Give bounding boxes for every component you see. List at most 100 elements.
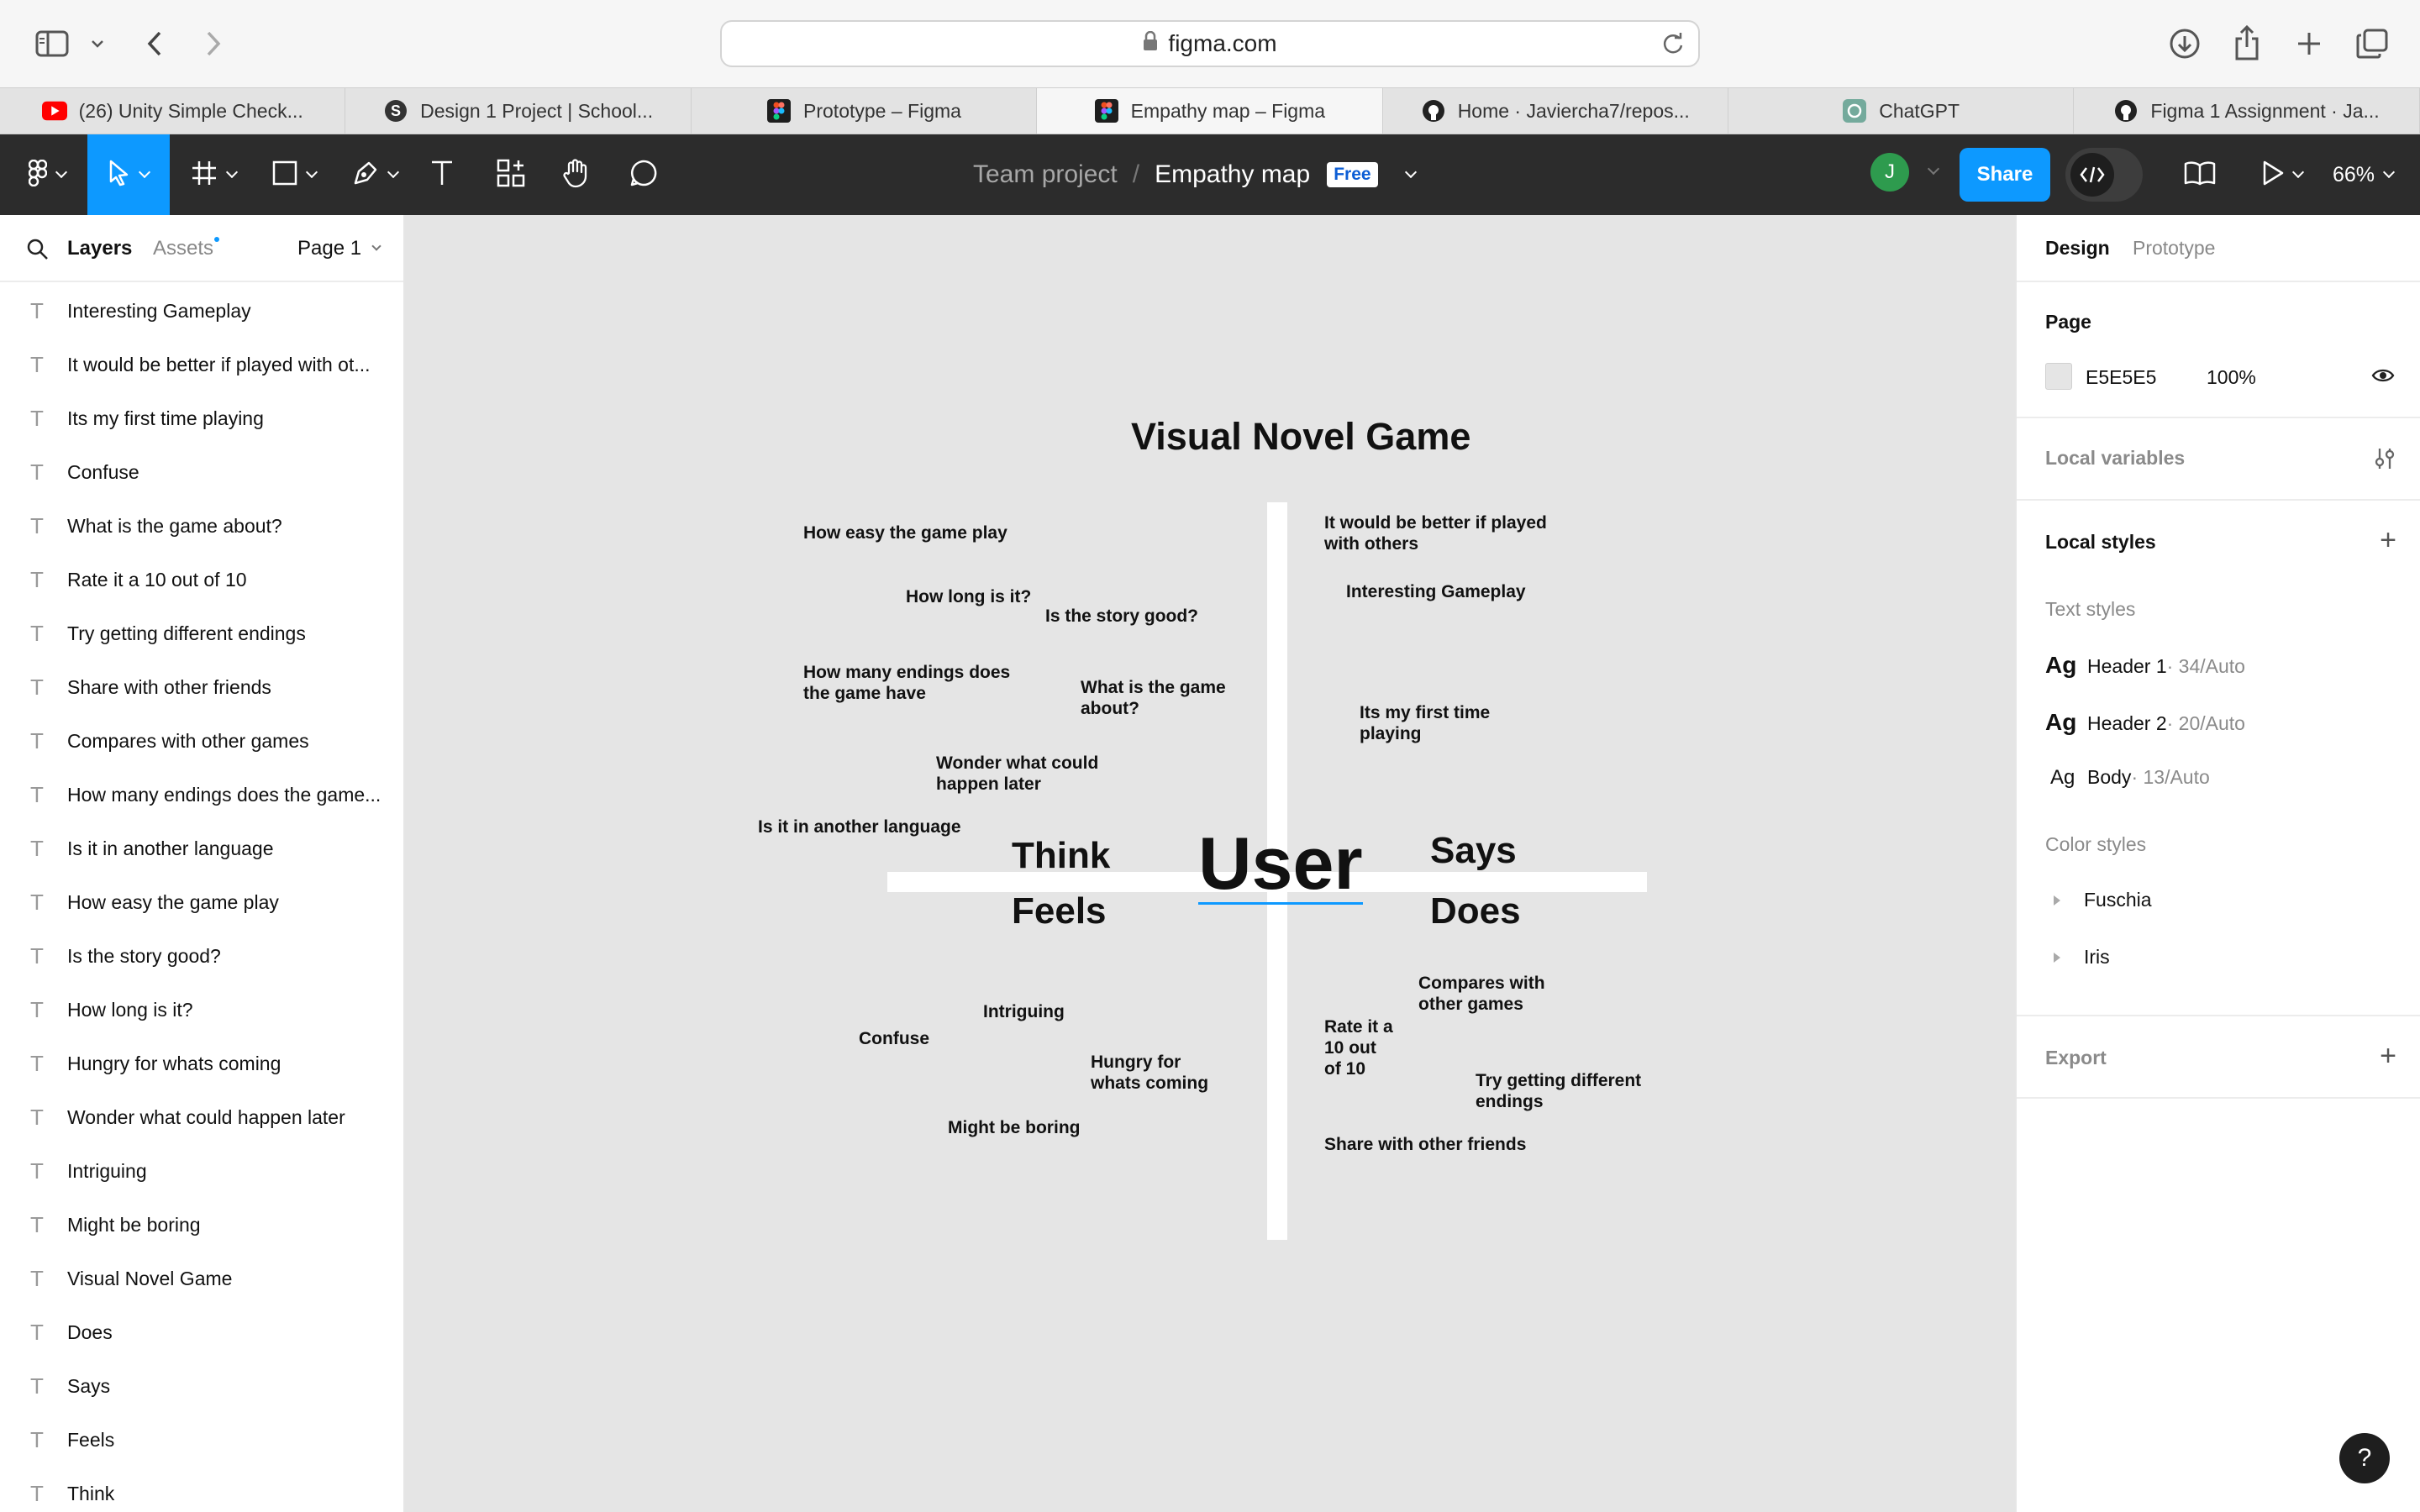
sticky-text[interactable]: Its my first time playing bbox=[1360, 702, 1490, 744]
present-button[interactable] bbox=[2252, 134, 2312, 215]
sticky-text[interactable]: Intriguing bbox=[983, 1001, 1065, 1022]
search-icon[interactable] bbox=[27, 239, 49, 266]
eye-icon[interactable] bbox=[2371, 366, 2395, 389]
sticky-text[interactable]: Hungry for whats coming bbox=[1091, 1052, 1208, 1094]
quadrant-think[interactable]: Think bbox=[1012, 835, 1110, 877]
tab-design[interactable]: Design bbox=[2045, 237, 2110, 260]
layer-item[interactable]: T Might be boring bbox=[0, 1198, 403, 1252]
resources-tool-button[interactable] bbox=[491, 134, 531, 215]
pen-tool-button[interactable] bbox=[345, 134, 405, 215]
new-tab-icon[interactable] bbox=[2291, 25, 2328, 62]
add-style-plus-icon[interactable]: + bbox=[2380, 526, 2396, 554]
page-color-value[interactable]: E5E5E5 bbox=[2086, 366, 2156, 389]
layer-item[interactable]: T What is the game about? bbox=[0, 499, 403, 553]
page-selector[interactable]: Page 1 bbox=[297, 237, 381, 260]
layer-item[interactable]: T How many endings does the game... bbox=[0, 768, 403, 822]
layer-item[interactable]: T Intriguing bbox=[0, 1144, 403, 1198]
layer-item[interactable]: T Think bbox=[0, 1467, 403, 1512]
sticky-text[interactable]: Interesting Gameplay bbox=[1346, 581, 1526, 602]
layer-item[interactable]: T Compares with other games bbox=[0, 714, 403, 768]
canvas-title[interactable]: Visual Novel Game bbox=[1131, 415, 1470, 459]
browser-tab[interactable]: Prototype – Figma bbox=[692, 88, 1038, 134]
comment-tool-button[interactable] bbox=[623, 134, 664, 215]
page-opacity-value[interactable]: 100% bbox=[2207, 366, 2256, 389]
sticky-text[interactable]: It would be better if played with others bbox=[1324, 512, 1547, 554]
layer-item[interactable]: T Does bbox=[0, 1305, 403, 1359]
text-style-item[interactable]: Ag Body · 13/Auto bbox=[2045, 766, 2210, 790]
downloads-icon[interactable] bbox=[2165, 24, 2205, 64]
team-name[interactable]: Team project bbox=[973, 160, 1118, 189]
browser-tab[interactable]: S Design 1 Project | School... bbox=[345, 88, 692, 134]
layer-item[interactable]: T Interesting Gameplay bbox=[0, 284, 403, 338]
browser-tab[interactable]: Home · Javiercha7/repos... bbox=[1383, 88, 1728, 134]
browser-tab[interactable]: ChatGPT bbox=[1728, 88, 2075, 134]
tab-overview-icon[interactable] bbox=[2353, 25, 2391, 62]
forward-icon[interactable] bbox=[198, 25, 229, 62]
layer-item[interactable]: T Visual Novel Game bbox=[0, 1252, 403, 1305]
layer-item[interactable]: T Is the story good? bbox=[0, 929, 403, 983]
library-button[interactable] bbox=[2180, 134, 2220, 215]
dev-mode-toggle[interactable] bbox=[2065, 148, 2143, 202]
share-icon[interactable] bbox=[2228, 22, 2265, 64]
export-title[interactable]: Export bbox=[2045, 1047, 2107, 1069]
layer-item[interactable]: T Hungry for whats coming bbox=[0, 1037, 403, 1090]
shape-tool-button[interactable] bbox=[264, 134, 324, 215]
layer-item[interactable]: T How easy the game play bbox=[0, 875, 403, 929]
layer-item[interactable]: T Wonder what could happen later bbox=[0, 1090, 403, 1144]
sticky-text[interactable]: Is it in another language bbox=[758, 816, 961, 837]
layer-item[interactable]: T Try getting different endings bbox=[0, 606, 403, 660]
sticky-text[interactable]: Try getting different endings bbox=[1476, 1070, 1641, 1112]
hand-tool-button[interactable] bbox=[556, 134, 597, 215]
quadrant-feels[interactable]: Feels bbox=[1012, 890, 1107, 932]
zoom-menu[interactable]: 66% bbox=[2333, 134, 2396, 215]
address-bar[interactable]: figma.com bbox=[720, 20, 1700, 67]
sticky-text[interactable]: Confuse bbox=[859, 1028, 929, 1049]
avatar-chevron-icon[interactable] bbox=[1927, 162, 1940, 176]
sticky-text[interactable]: Is the story good? bbox=[1045, 606, 1198, 627]
canvas[interactable]: Visual Novel Game Think Says Feels Does … bbox=[405, 215, 2015, 1512]
layer-item[interactable]: T Confuse bbox=[0, 445, 403, 499]
browser-tab-active[interactable]: Empathy map – Figma bbox=[1037, 88, 1383, 134]
expand-arrow-icon[interactable] bbox=[2054, 895, 2060, 906]
frame-tool-button[interactable] bbox=[183, 134, 244, 215]
browser-tab[interactable]: (26) Unity Simple Check... bbox=[0, 88, 346, 134]
layer-item[interactable]: T Is it in another language bbox=[0, 822, 403, 875]
sticky-text[interactable]: Wonder what could happen later bbox=[936, 753, 1098, 795]
layer-item[interactable]: T How long is it? bbox=[0, 983, 403, 1037]
sticky-text[interactable]: What is the game about? bbox=[1081, 677, 1226, 719]
text-style-item[interactable]: Ag Header 1 · 34/Auto bbox=[2045, 652, 2245, 679]
move-tool-button[interactable] bbox=[87, 134, 170, 215]
sticky-text[interactable]: Rate it a 10 out of 10 bbox=[1324, 1016, 1393, 1079]
browser-tab[interactable]: Figma 1 Assignment · Ja... bbox=[2074, 88, 2420, 134]
text-tool-button[interactable] bbox=[422, 134, 462, 215]
color-style-group[interactable]: Fuschia bbox=[2054, 889, 2152, 911]
text-style-item[interactable]: Ag Header 2 · 20/Auto bbox=[2045, 709, 2245, 736]
expand-arrow-icon[interactable] bbox=[2054, 952, 2060, 963]
local-variables-title[interactable]: Local variables bbox=[2045, 447, 2185, 470]
reload-icon[interactable] bbox=[1661, 32, 1685, 61]
layer-item[interactable]: T It would be better if played with ot... bbox=[0, 338, 403, 391]
chevron-down-icon[interactable] bbox=[87, 34, 108, 54]
quadrant-says[interactable]: Says bbox=[1430, 830, 1517, 872]
sticky-text[interactable]: Compares with other games bbox=[1418, 973, 1545, 1015]
file-name[interactable]: Empathy map bbox=[1155, 160, 1310, 189]
add-export-plus-icon[interactable]: + bbox=[2380, 1042, 2396, 1070]
sidebar-toggle-icon[interactable] bbox=[32, 25, 72, 62]
variables-icon[interactable] bbox=[2373, 447, 2396, 475]
file-menu-chevron-icon[interactable] bbox=[1404, 165, 1417, 179]
layer-item[interactable]: T Says bbox=[0, 1359, 403, 1413]
sticky-text[interactable]: Share with other friends bbox=[1324, 1134, 1526, 1155]
layer-item[interactable]: T Rate it a 10 out of 10 bbox=[0, 553, 403, 606]
user-label[interactable]: User bbox=[1198, 824, 1363, 906]
share-button[interactable]: Share bbox=[1960, 148, 2050, 202]
sticky-text[interactable]: Might be boring bbox=[948, 1117, 1080, 1138]
sticky-text[interactable]: How long is it? bbox=[906, 586, 1031, 607]
back-icon[interactable] bbox=[139, 25, 170, 62]
layer-item[interactable]: T Feels bbox=[0, 1413, 403, 1467]
avatar[interactable]: J bbox=[1870, 153, 1909, 192]
sticky-text[interactable]: How many endings does the game have bbox=[803, 662, 1010, 704]
sticky-text[interactable]: How easy the game play bbox=[803, 522, 1007, 543]
tab-prototype[interactable]: Prototype bbox=[2133, 237, 2215, 260]
page-color-swatch[interactable] bbox=[2045, 363, 2072, 390]
color-style-group[interactable]: Iris bbox=[2054, 946, 2110, 969]
